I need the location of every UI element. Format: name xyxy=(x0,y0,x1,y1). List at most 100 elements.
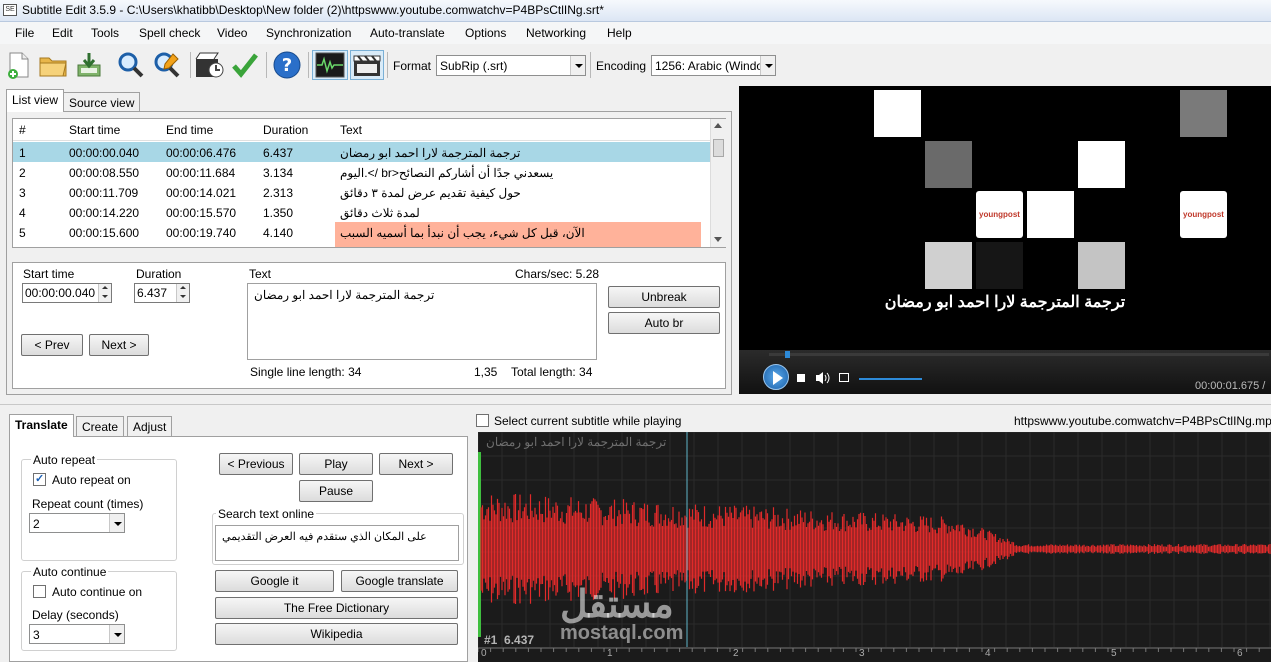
play-icon[interactable] xyxy=(763,364,789,390)
waveform-marker: #1 6.437 xyxy=(484,633,535,647)
seek-thumb[interactable] xyxy=(785,351,790,358)
previous-button[interactable]: < Previous xyxy=(219,453,293,475)
menu-spell-check[interactable]: Spell check xyxy=(139,26,200,40)
free-dictionary-button[interactable]: The Free Dictionary xyxy=(215,597,458,619)
replace-icon[interactable] xyxy=(152,50,182,80)
auto-repeat-on-label: Auto repeat on xyxy=(52,473,131,487)
cell-end: 00:00:19.740 xyxy=(166,226,237,240)
menu-help[interactable]: Help xyxy=(607,26,632,40)
help-icon[interactable]: ? xyxy=(272,50,302,80)
menu-networking[interactable]: Networking xyxy=(526,26,586,40)
table-row[interactable]: 4 00:00:14.220 00:00:15.570 1.350 لمدة ثلاث … xyxy=(13,202,725,222)
app-icon: SE xyxy=(3,4,17,16)
table-row[interactable]: 5 00:00:15.600 00:00:19.740 4.140 الآن، قبل … xyxy=(13,222,725,242)
spell-check-icon[interactable] xyxy=(230,50,260,80)
wikipedia-button[interactable]: Wikipedia xyxy=(215,623,458,645)
menu-bar: File Edit Tools Spell check Video Synchr… xyxy=(0,22,1271,44)
grid-scrollbar[interactable] xyxy=(710,119,726,247)
stepper-icon[interactable] xyxy=(98,284,111,302)
start-time-label: Start time xyxy=(23,267,75,281)
menu-edit[interactable]: Edit xyxy=(52,26,73,40)
menu-tools[interactable]: Tools xyxy=(91,26,119,40)
seek-bar[interactable] xyxy=(769,351,1269,358)
youngpost-logo: youngpost xyxy=(1180,191,1227,238)
cell-num: 2 xyxy=(19,166,26,180)
duration-input[interactable]: 6.437 xyxy=(134,283,190,303)
stop-icon[interactable] xyxy=(797,374,805,382)
cell-text: الآن، قبل كل شيء، يجب أن نبدأ بما أسميه … xyxy=(335,222,701,242)
menu-video[interactable]: Video xyxy=(217,26,247,40)
toolbar: ? Format SubRip (.srt) Encoding 1256: Ar… xyxy=(0,44,1271,86)
cell-dur: 2.313 xyxy=(263,186,294,200)
video-clapper-icon[interactable] xyxy=(350,50,384,80)
auto-repeat-checkbox[interactable] xyxy=(33,472,46,486)
select-current-checkbox[interactable] xyxy=(476,414,489,427)
play-button[interactable]: Play xyxy=(299,453,373,475)
fullscreen-icon[interactable] xyxy=(839,373,849,382)
delay-dropdown[interactable]: 3 xyxy=(29,624,125,644)
audio-waveform[interactable]: ترجمة المترجمة لارا احمد ابو رمضان #1 6.… xyxy=(478,432,1271,662)
table-row[interactable]: 2 00:00:08.550 00:00:11.684 3.134 يسعدني جدً… xyxy=(13,162,725,182)
next-button[interactable]: Next > xyxy=(89,334,149,356)
open-folder-icon[interactable] xyxy=(38,50,68,80)
cell-text: ترجمة المترجمة لارا احمد ابو رمضان xyxy=(340,146,521,160)
duration-value: 6.437 xyxy=(137,286,168,300)
unbreak-button[interactable]: Unbreak xyxy=(608,286,720,308)
col-start-time[interactable]: Start time xyxy=(69,123,120,137)
table-row[interactable]: 3 00:00:11.709 00:00:14.021 2.313 حول كيفية … xyxy=(13,182,725,202)
col-text[interactable]: Text xyxy=(340,123,362,137)
start-time-input[interactable]: 00:00:00.040 xyxy=(22,283,112,303)
ruler-tick-label: 1 xyxy=(607,648,613,659)
tab-translate[interactable]: Translate xyxy=(9,414,74,437)
table-row[interactable]: 1 00:00:00.040 00:00:06.476 6.437 ترجمة المت… xyxy=(13,142,725,162)
scroll-up-icon[interactable] xyxy=(714,123,722,128)
auto-br-button[interactable]: Auto br xyxy=(608,312,720,334)
encoding-label: Encoding xyxy=(596,59,647,73)
encoding-dropdown[interactable]: 1256: Arabic (Windo xyxy=(651,55,776,76)
auto-continue-on-label: Auto continue on xyxy=(52,585,143,599)
splitter[interactable] xyxy=(0,404,1271,405)
new-file-icon[interactable] xyxy=(4,50,34,80)
menu-synchronization[interactable]: Synchronization xyxy=(266,26,351,40)
subtitle-text-editor[interactable]: ترجمة المترجمة لارا احمد ابو رمضان xyxy=(247,283,597,360)
col-duration[interactable]: Duration xyxy=(263,123,308,137)
scroll-thumb[interactable] xyxy=(713,139,724,157)
repeat-count-dropdown[interactable]: 2 xyxy=(29,513,125,533)
video-subtitle-overlay: ترجمة المترجمة لارا احمد ابو رمضان xyxy=(884,294,1126,311)
cell-text: حول كيفية تقديم عرض لمدة ٣ دقائق xyxy=(340,186,521,200)
menu-auto-translate[interactable]: Auto-translate xyxy=(370,26,445,40)
next-button[interactable]: Next > xyxy=(379,453,453,475)
cell-text: لمدة ثلاث دقائق xyxy=(340,206,420,220)
format-dropdown[interactable]: SubRip (.srt) xyxy=(436,55,586,76)
pause-button[interactable]: Pause xyxy=(299,480,373,502)
tab-create[interactable]: Create xyxy=(76,416,125,436)
scroll-down-icon[interactable] xyxy=(714,237,722,242)
video-player[interactable]: youngpost youngpost ترجمة المترجمة لارا … xyxy=(739,86,1271,394)
google-it-button[interactable]: Google it xyxy=(215,570,334,592)
chevron-down-icon xyxy=(570,56,585,75)
stepper-icon[interactable] xyxy=(176,284,189,302)
tab-list-view[interactable]: List view xyxy=(6,89,65,112)
google-translate-button[interactable]: Google translate xyxy=(341,570,458,592)
volume-icon[interactable] xyxy=(815,371,831,385)
prev-button[interactable]: < Prev xyxy=(21,334,83,356)
search-text-input[interactable]: على المكان الذي ستقدم فيه العرض التقديمي xyxy=(215,525,459,561)
toolbar-separator xyxy=(387,52,388,78)
save-download-icon[interactable] xyxy=(74,50,104,80)
auto-continue-checkbox[interactable] xyxy=(33,585,46,598)
svg-text:?: ? xyxy=(282,55,292,76)
waveform-icon[interactable] xyxy=(312,50,348,80)
table-row[interactable] xyxy=(335,242,701,247)
search-icon[interactable] xyxy=(116,50,146,80)
col-end-time[interactable]: End time xyxy=(166,123,213,137)
visual-sync-icon[interactable] xyxy=(194,50,224,80)
volume-slider[interactable] xyxy=(859,378,922,380)
start-time-value: 00:00:00.040 xyxy=(25,286,96,300)
tab-source-view[interactable]: Source view xyxy=(63,92,141,112)
chevron-down-icon xyxy=(760,56,775,75)
col-number[interactable]: # xyxy=(19,123,26,137)
tab-adjust[interactable]: Adjust xyxy=(127,416,173,436)
menu-options[interactable]: Options xyxy=(465,26,506,40)
cell-num: 1 xyxy=(19,146,26,160)
menu-file[interactable]: File xyxy=(15,26,34,40)
